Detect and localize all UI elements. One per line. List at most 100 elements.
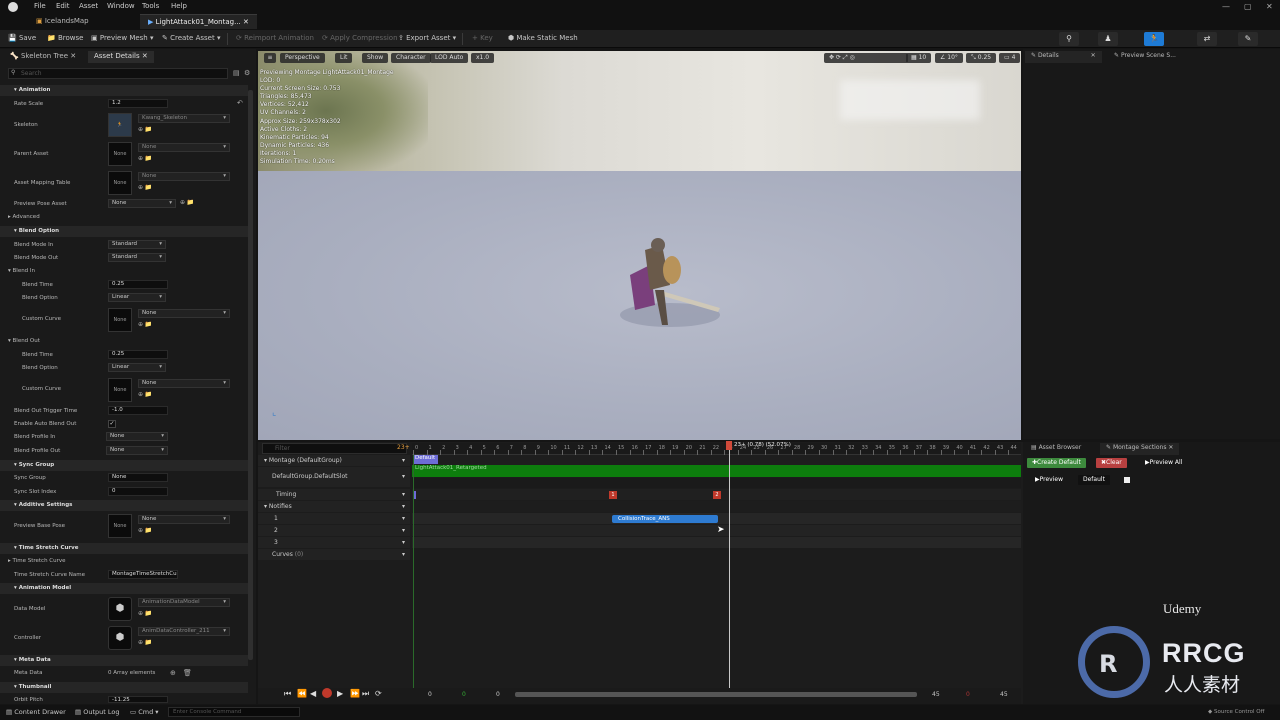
menu-tools[interactable]: Tools [142,2,159,10]
physics-mode-icon[interactable]: ✎ [1238,32,1258,46]
transform-tools-group[interactable]: ✥ ⟳ ⤢ ◎ [824,53,908,63]
base-pose-picker[interactable]: None [138,515,230,524]
track-menu-icon[interactable]: ▾ [402,491,405,498]
blend-profile-out-select[interactable]: None [106,446,168,455]
blend-in-curve-picker[interactable]: None [138,309,230,318]
preview-section-button[interactable]: ▶Preview [1030,475,1068,485]
blend-mode-out-select[interactable]: Standard [108,253,166,262]
use-selected-icon[interactable]: ⊕ 📁 [138,527,152,534]
use-selected-icon[interactable]: ⊕ 📁 [138,184,152,191]
enable-auto-blend-checkbox[interactable]: ✓ [108,420,116,428]
blend-out-curve-thumbnail[interactable]: None [108,378,132,402]
rotation-snap-button[interactable]: ∠ 10° [935,53,963,63]
step-back-icon[interactable]: ⏪ [297,689,307,698]
tab-asset-browser[interactable]: ▤ Asset Browser [1025,443,1087,455]
create-default-button[interactable]: ✚Create Default [1027,458,1086,468]
section-sync-group[interactable]: ▾ Sync Group [0,460,248,471]
track-menu-icon[interactable]: ▾ [402,539,405,546]
play-icon[interactable]: ▶ [337,689,343,698]
track-notifies[interactable]: ▾ Notifies ▾ [258,501,410,512]
menu-asset[interactable]: Asset [79,2,98,10]
playhead-handle[interactable] [726,441,732,450]
tab-asset-details[interactable]: Asset Details ✕ [88,51,154,63]
step-forward-icon[interactable]: ⏩ [350,689,360,698]
working-start-value[interactable]: 0 [462,691,466,698]
character-button[interactable]: Character [391,53,431,63]
use-selected-icon[interactable]: ⊕ 📁 [138,391,152,398]
clear-button[interactable]: ✖Clear [1096,458,1127,468]
apply-compression-button[interactable]: ⟳ Apply Compression [322,34,398,42]
playback-speed-button[interactable]: x1.0 [471,53,495,63]
section-animation-model[interactable]: ▾ Animation Model [0,583,248,594]
close-tab-icon[interactable]: ✕ [1091,52,1096,59]
skip-to-start-icon[interactable]: ⏮ [284,689,291,699]
skip-to-end-icon[interactable]: ⏭ [362,689,369,699]
advanced-toggle[interactable]: ▸ Advanced [8,214,40,220]
track-notify-1[interactable]: 1 ▾ [258,513,410,524]
track-menu-icon[interactable]: ▾ [402,457,405,464]
key-button[interactable]: + Key [472,34,493,42]
parent-asset-thumbnail[interactable]: None [108,142,132,166]
track-menu-icon[interactable]: ▾ [402,527,405,534]
section-link-box[interactable] [1124,477,1130,483]
details-search-input[interactable]: Search [8,68,228,79]
menu-help[interactable]: Help [171,2,187,10]
create-asset-button[interactable]: ✎ Create Asset ▾ [162,34,220,42]
track-menu-icon[interactable]: ▾ [402,551,405,558]
blend-out-time-field[interactable]: 0.25 [108,350,168,359]
track-filter-input[interactable]: Filter [262,443,407,454]
use-selected-icon[interactable]: ⊕ 📁 [138,155,152,162]
time-stretch-curve-group[interactable]: ▸ Time Stretch Curve [8,558,66,564]
sync-group-field[interactable]: None [108,473,168,482]
close-window-icon[interactable]: ✕ [1266,2,1273,11]
controller-icon[interactable]: ⬢ [108,626,132,650]
blend-in-group[interactable]: ▾ Blend In [8,268,35,274]
timeline-scrollbar[interactable] [515,692,917,697]
source-control-status[interactable]: ◆ Source Control Off [1208,709,1264,715]
blend-in-curve-thumbnail[interactable]: None [108,308,132,332]
details-scrollbar[interactable] [248,90,253,660]
add-element-icon[interactable]: ⊕ [170,669,176,677]
camera-speed-button[interactable]: ▭ 4 [999,53,1021,63]
range-end-value[interactable]: 45 [932,691,940,698]
settings-gear-icon[interactable]: ⚙ [244,69,250,77]
blend-out-curve-picker[interactable]: None [138,379,230,388]
content-drawer-button[interactable]: ▤ Content Drawer [6,708,66,716]
use-selected-icon[interactable]: ⊕ 📁 [180,199,194,206]
use-selected-icon[interactable]: ⊕ 📁 [138,610,152,617]
working-end-value[interactable]: 0 [966,691,970,698]
make-static-mesh-button[interactable]: ⬢ Make Static Mesh [508,34,578,42]
track-notify-3[interactable]: 3 ▾ [258,537,410,548]
animation-segment[interactable]: LightAttack01_Retargeted [412,465,1021,477]
use-selected-icon[interactable]: ⊕ 📁 [138,126,152,133]
record-icon[interactable] [322,688,332,698]
view-end-value[interactable]: 45 [1000,691,1008,698]
animation-mode-icon[interactable]: 🏃 [1144,32,1164,46]
timing-marker[interactable]: 2 [713,491,721,499]
blend-in-option-select[interactable]: Linear [108,293,166,302]
section-default-marker[interactable]: Default [413,455,438,464]
data-model-picker[interactable]: AnimationDataModel [138,598,230,607]
tab-light-attack-montage[interactable]: ▶ LightAttack01_Montag... ✕ [140,14,257,29]
tab-montage-sections[interactable]: ✎ Montage Sections ✕ [1100,443,1180,455]
notify-3-lane[interactable] [412,537,1021,548]
view-start-value[interactable]: 0 [428,691,432,698]
lod-auto-button[interactable]: LOD Auto [430,53,469,63]
data-model-icon[interactable]: ⬢ [108,597,132,621]
perspective-button[interactable]: Perspective [280,53,325,63]
section-time-stretch-curve[interactable]: ▾ Time Stretch Curve [0,543,248,554]
lit-button[interactable]: Lit [335,53,353,63]
blend-mode-in-select[interactable]: Standard [108,240,166,249]
controller-picker[interactable]: AnimDataController_211 [138,627,230,636]
orbit-pitch-field[interactable]: -11.25 [108,696,168,703]
loop-icon[interactable]: ⟳ [375,689,382,698]
sync-slot-field[interactable]: 0 [108,487,168,496]
view-options-icon[interactable]: ▤ [233,69,240,77]
menu-file[interactable]: File [34,2,46,10]
use-selected-icon[interactable]: ⊕ 📁 [138,321,152,328]
track-menu-icon[interactable]: ▾ [402,503,405,510]
reset-arrow-icon[interactable]: ↶ [237,99,243,107]
track-montage[interactable]: ▾ Montage (DefaultGroup) ▾ [258,455,410,466]
minimize-icon[interactable]: — [1222,2,1230,11]
menu-edit[interactable]: Edit [56,2,70,10]
